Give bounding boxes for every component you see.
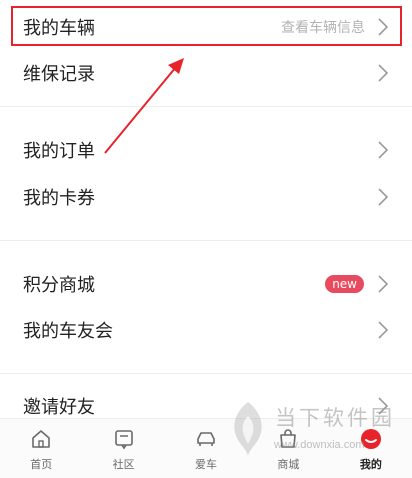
community-icon: [114, 430, 133, 450]
menu-item-label: 我的卡券: [23, 188, 95, 209]
section-divider: [0, 240, 412, 241]
menu-item-label: 我的车友会: [23, 321, 113, 342]
chevron-right-icon: [378, 321, 389, 339]
tab-label: 爱车: [195, 458, 218, 471]
menu-item-maintenance[interactable]: 维保记录: [0, 51, 412, 95]
tab-community[interactable]: 社区: [82, 419, 164, 478]
menu-item-label: 维保记录: [23, 64, 95, 85]
menu-item-my-coupons[interactable]: 我的卡券: [0, 175, 412, 219]
annotation-highlight-box: [11, 6, 402, 46]
tab-label: 首页: [30, 458, 53, 471]
tab-label: 社区: [112, 458, 135, 471]
tab-mall[interactable]: 商城: [247, 419, 329, 478]
menu-item-label: 我的订单: [23, 141, 95, 162]
chevron-right-icon: [378, 275, 389, 293]
section-divider: [0, 373, 412, 374]
chevron-right-icon: [378, 64, 389, 82]
section-divider: [0, 106, 412, 107]
menu-item-my-orders[interactable]: 我的订单: [0, 128, 412, 172]
menu-item-label: 邀请好友: [23, 397, 95, 418]
menu-item-car-club[interactable]: 我的车友会: [0, 308, 412, 352]
tab-label: 我的: [359, 458, 382, 471]
car-icon: [197, 432, 215, 446]
profile-icon: [360, 429, 381, 449]
mall-icon: [280, 429, 297, 448]
home-icon: [32, 430, 51, 448]
chevron-right-icon: [378, 397, 389, 415]
bottom-tab-bar: 首页 社区 爱车 商城 我的: [0, 418, 412, 478]
chevron-right-icon: [378, 188, 389, 206]
tab-car[interactable]: 爱车: [165, 419, 247, 478]
tab-profile[interactable]: 我的: [330, 419, 412, 478]
chevron-right-icon: [378, 141, 389, 159]
tab-label: 商城: [277, 458, 300, 471]
menu-item-points-mall[interactable]: 积分商城 new: [0, 262, 412, 306]
menu-item-label: 积分商城: [23, 275, 95, 296]
tab-home[interactable]: 首页: [0, 419, 82, 478]
new-badge: new: [325, 275, 364, 293]
